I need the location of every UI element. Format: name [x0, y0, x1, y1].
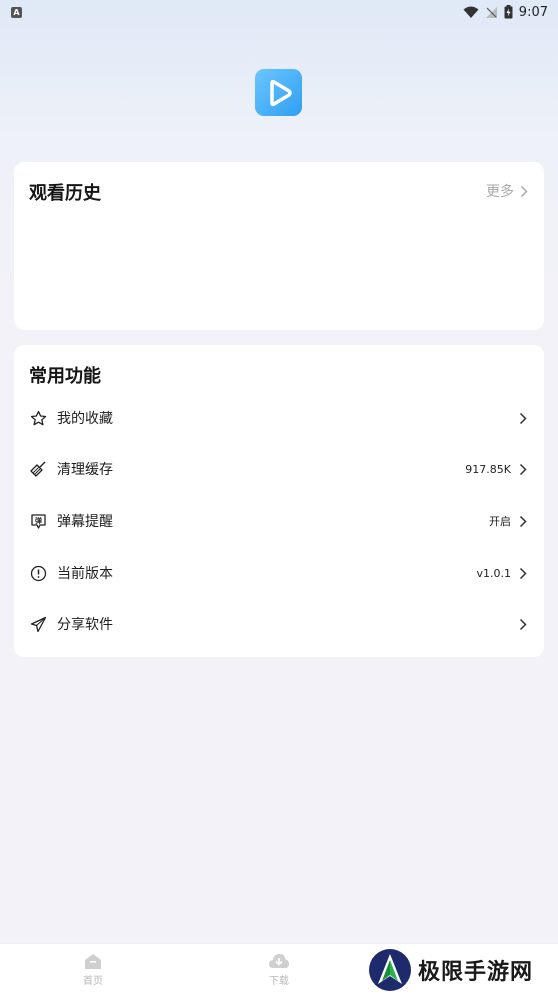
app-logo [255, 69, 302, 116]
tab-home-label: 首页 [83, 976, 103, 987]
chevron-right-icon [519, 566, 529, 580]
watermark: 极限手游网 [368, 947, 533, 993]
common-functions-title: 常用功能 [29, 366, 101, 387]
chevron-right-icon [520, 185, 528, 197]
tab-download-label: 下载 [269, 976, 289, 987]
favorites-row[interactable]: 我的收藏 [14, 395, 544, 441]
watermark-text: 极限手游网 [418, 959, 534, 985]
common-functions-card: 常用功能 我的收藏 清理缓存 917.85K 弹 弹幕提醒 开启 当前版本 v1… [14, 345, 544, 657]
share-app-row[interactable]: 分享软件 [14, 601, 544, 647]
more-label: 更多 [486, 184, 514, 200]
version-value: v1.0.1 [476, 566, 512, 580]
status-time: 9:07 [518, 4, 548, 20]
share-app-label: 分享软件 [57, 617, 113, 633]
favorites-label: 我的收藏 [57, 411, 113, 427]
play-icon [269, 79, 292, 106]
app-notification-icon: A [11, 6, 22, 18]
cache-size-value: 917.85K [465, 462, 511, 476]
star-icon [29, 409, 47, 427]
danmaku-reminder-row[interactable]: 弹 弹幕提醒 开启 [14, 498, 544, 544]
current-version-label: 当前版本 [57, 566, 113, 582]
current-version-row[interactable]: 当前版本 v1.0.1 [14, 550, 544, 596]
danmaku-status-value: 开启 [489, 515, 511, 528]
info-circle-icon [29, 564, 47, 582]
no-signal-icon [485, 6, 497, 18]
more-link[interactable]: 更多 [486, 181, 528, 201]
watermark-logo-icon [369, 949, 411, 991]
status-bar: A 9:07 [0, 0, 558, 24]
tab-home[interactable]: 首页 [73, 952, 113, 987]
clear-cache-row[interactable]: 清理缓存 917.85K [14, 446, 544, 492]
svg-text:弹: 弹 [35, 516, 42, 525]
watch-history-title: 观看历史 [29, 183, 101, 204]
broom-icon [29, 460, 47, 478]
danmaku-reminder-label: 弹幕提醒 [57, 514, 113, 530]
paper-plane-icon [29, 615, 47, 633]
tab-download[interactable]: 下载 [259, 952, 299, 987]
battery-icon [504, 5, 513, 19]
watch-history-card: 观看历史 更多 [14, 162, 544, 330]
home-icon [85, 954, 101, 969]
download-cloud-icon [269, 954, 289, 968]
clear-cache-label: 清理缓存 [57, 462, 113, 478]
chevron-right-icon [519, 411, 529, 425]
chevron-right-icon [519, 617, 529, 631]
danmaku-icon: 弹 [29, 512, 47, 530]
wifi-icon [463, 6, 479, 18]
chevron-right-icon [519, 514, 529, 528]
chevron-right-icon [519, 462, 529, 476]
